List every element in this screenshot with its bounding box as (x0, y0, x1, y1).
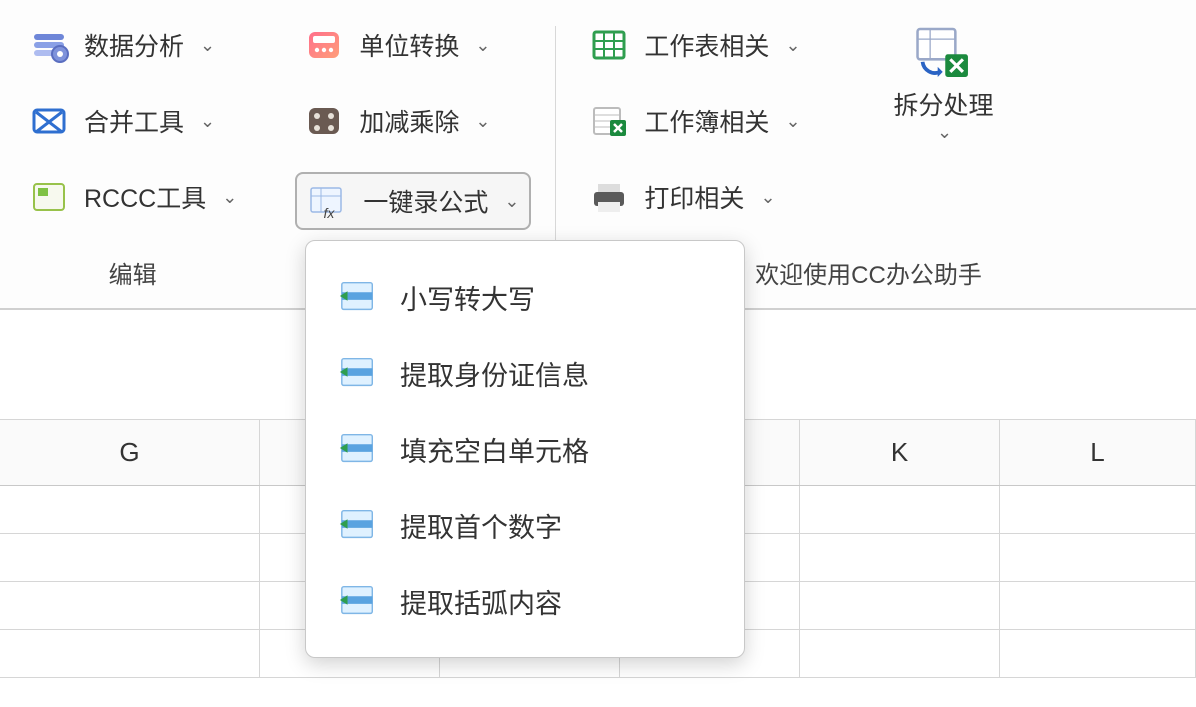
ribbon-group-edit: 数据分析 ⌄ 合并工具 ⌄ RCCC工具 ⌄ 编辑 (10, 20, 255, 298)
print-button[interactable]: 打印相关 ⌄ (580, 172, 808, 222)
data-analysis-label: 数据分析 (84, 27, 184, 63)
cell[interactable] (1000, 582, 1196, 629)
worksheet-icon (588, 24, 630, 66)
unit-convert-button[interactable]: 单位转换 ⌄ (295, 20, 531, 70)
menu-item-label: 提取括弧内容 (400, 582, 562, 621)
chevron-down-icon: ⌄ (504, 191, 519, 212)
worksheet-label: 工作表相关 (644, 27, 769, 63)
menu-item-label: 小写转大写 (400, 278, 535, 317)
cell[interactable] (800, 486, 1000, 533)
chevron-down-icon: ⌄ (760, 187, 775, 208)
cell[interactable] (800, 582, 1000, 629)
cell[interactable] (800, 630, 1000, 677)
menu-item-extract-bracket-content[interactable]: 提取括弧内容 (306, 563, 744, 639)
cell[interactable] (0, 486, 260, 533)
cell[interactable] (1000, 630, 1196, 677)
group-label-edit: 编辑 (20, 255, 245, 298)
workbook-label: 工作簿相关 (644, 103, 769, 139)
chevron-down-icon: ⌄ (222, 187, 237, 208)
chevron-down-icon: ⌄ (475, 111, 490, 132)
data-analysis-icon (28, 24, 70, 66)
chevron-down-icon: ⌄ (475, 35, 490, 56)
cell[interactable] (1000, 486, 1196, 533)
menu-item-extract-first-number[interactable]: 提取首个数字 (306, 487, 744, 563)
merge-tools-button[interactable]: 合并工具 ⌄ (20, 96, 245, 146)
merge-tools-label: 合并工具 (84, 103, 184, 139)
unit-convert-icon (303, 24, 345, 66)
rccc-icon (28, 176, 70, 218)
calculator-icon (303, 100, 345, 142)
cell[interactable] (1000, 534, 1196, 581)
formula-icon (307, 180, 349, 222)
worksheet-button[interactable]: 工作表相关 ⌄ (580, 20, 808, 70)
arithmetic-button[interactable]: 加减乘除 ⌄ (295, 96, 531, 146)
menu-item-label: 提取身份证信息 (400, 354, 589, 393)
data-analysis-button[interactable]: 数据分析 ⌄ (20, 20, 245, 70)
rccc-tools-button[interactable]: RCCC工具 ⌄ (20, 172, 245, 222)
cell[interactable] (0, 630, 260, 677)
unit-convert-label: 单位转换 (359, 27, 459, 63)
menu-item-icon (338, 277, 378, 317)
menu-item-icon (338, 429, 378, 469)
envelope-icon (28, 100, 70, 142)
split-process-button[interactable]: 拆分处理 ⌄ (839, 20, 1049, 147)
column-header[interactable]: L (1000, 420, 1196, 485)
chevron-down-icon: ⌄ (937, 122, 952, 143)
cell[interactable] (0, 582, 260, 629)
rccc-tools-label: RCCC工具 (84, 179, 206, 215)
menu-item-label: 填充空白单元格 (400, 430, 589, 469)
menu-item-icon (338, 505, 378, 545)
menu-item-label: 提取首个数字 (400, 506, 562, 545)
menu-item-icon (338, 353, 378, 393)
menu-item-lowercase-to-uppercase[interactable]: 小写转大写 (306, 259, 744, 335)
chevron-down-icon: ⌄ (785, 35, 800, 56)
split-process-label: 拆分处理 (894, 86, 994, 122)
menu-item-fill-blank-cells[interactable]: 填充空白单元格 (306, 411, 744, 487)
chevron-down-icon: ⌄ (200, 35, 215, 56)
formula-button[interactable]: 一键录公式 ⌄ (295, 172, 531, 230)
ribbon-separator (555, 26, 556, 258)
ribbon-group-split: 拆分处理 ⌄ 欢迎使用CC办公助手 (829, 20, 1059, 298)
split-icon (912, 24, 976, 82)
print-icon (588, 176, 630, 218)
print-label: 打印相关 (644, 179, 744, 215)
column-header[interactable]: K (800, 420, 1000, 485)
chevron-down-icon: ⌄ (200, 111, 215, 132)
arithmetic-label: 加减乘除 (359, 103, 459, 139)
formula-label: 一键录公式 (363, 183, 488, 219)
menu-item-icon (338, 581, 378, 621)
cell[interactable] (800, 534, 1000, 581)
column-header[interactable]: G (0, 420, 260, 485)
chevron-down-icon: ⌄ (785, 111, 800, 132)
cell[interactable] (0, 534, 260, 581)
workbook-icon (588, 100, 630, 142)
workbook-button[interactable]: 工作簿相关 ⌄ (580, 96, 808, 146)
formula-dropdown-menu: 小写转大写 提取身份证信息 填充空白单元格 提取首个数字 提取括弧内容 (305, 240, 745, 658)
menu-item-extract-id-info[interactable]: 提取身份证信息 (306, 335, 744, 411)
